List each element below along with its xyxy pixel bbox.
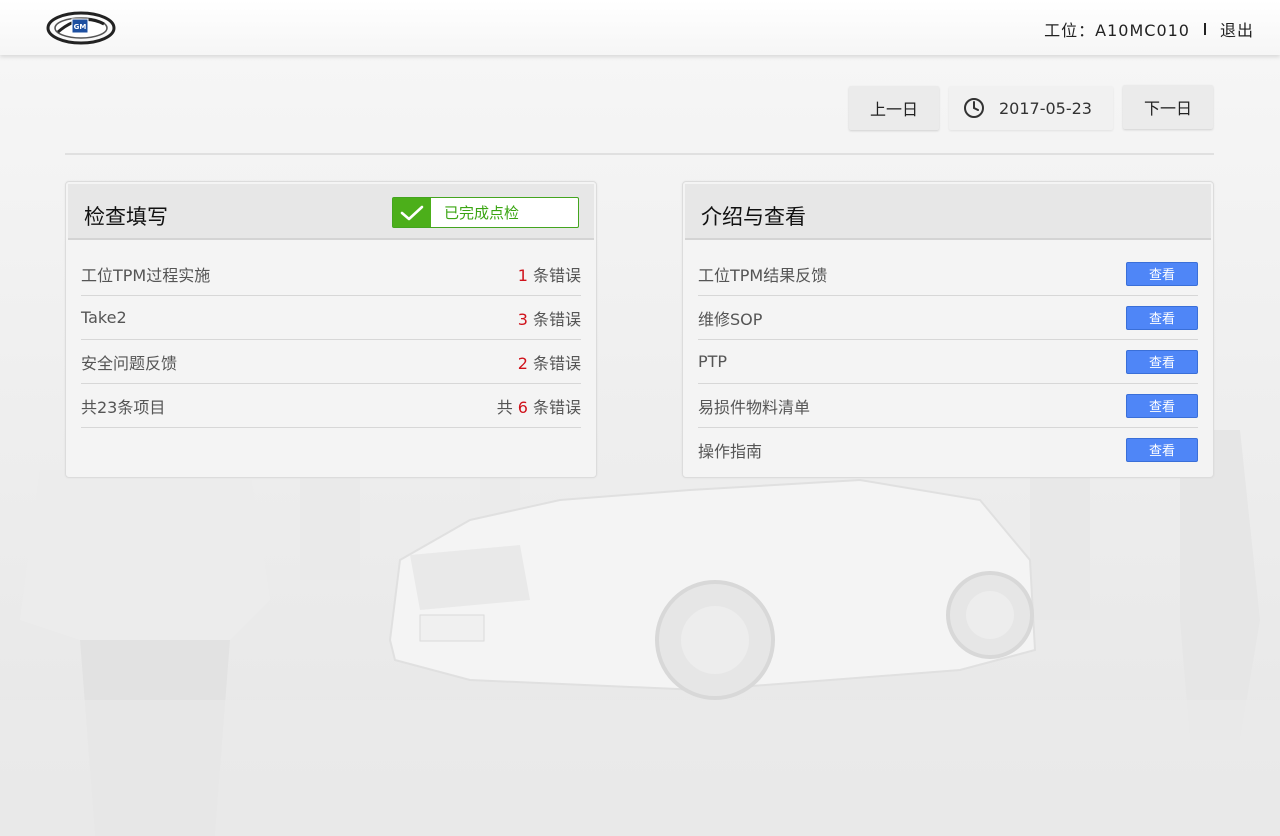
total-prefix: 共 — [496, 397, 513, 417]
intro-row-label: 操作指南 — [698, 441, 763, 461]
intro-panel-title: 介绍与查看 — [701, 205, 806, 229]
clock-icon — [964, 98, 984, 118]
check-panel: 检查填写 已完成点检 工位TPM过程实施 1 条错误 Take2 3 条错误 安全问… — [65, 181, 597, 478]
total-error-count: 共 6 条错误 — [497, 394, 581, 418]
check-list: 工位TPM过程实施 1 条错误 Take2 3 条错误 安全问题反馈 2 条错误 共2… — [81, 252, 581, 428]
date-value: 2017-05-23 — [999, 98, 1092, 118]
completed-status-text: 已完成点检 — [444, 204, 520, 222]
error-suffix: 条错误 — [532, 265, 581, 285]
view-button[interactable]: 查看 — [1126, 261, 1198, 286]
next-day-button[interactable]: 下一日 — [1123, 85, 1213, 129]
top-bar: GM 工位：A10MC010 退出 — [0, 0, 1280, 55]
error-number: 6 — [517, 397, 528, 417]
intro-list: 工位TPM结果反馈 查看 维修SOP 查看 PTP 查看 易损件物料清单 查看 … — [698, 252, 1198, 471]
intro-panel-header: 介绍与查看 — [685, 184, 1211, 240]
error-number: 1 — [517, 265, 528, 285]
error-number: 2 — [517, 353, 528, 373]
check-row[interactable]: 安全问题反馈 2 条错误 — [81, 340, 581, 384]
intro-row: 操作指南 查看 — [698, 428, 1198, 471]
prev-day-button[interactable]: 上一日 — [849, 86, 939, 130]
total-label: 共23条项目 — [81, 397, 166, 417]
completed-status-badge: 已完成点检 — [392, 197, 579, 228]
logout-link[interactable]: 退出 — [1220, 17, 1254, 41]
intro-row-label: 易损件物料清单 — [698, 397, 811, 417]
view-button[interactable]: 查看 — [1126, 393, 1198, 418]
intro-row: 易损件物料清单 查看 — [698, 384, 1198, 428]
check-panel-header: 检查填写 已完成点检 — [68, 184, 594, 240]
gm-logo: GM — [46, 11, 116, 45]
date-picker[interactable]: 2017-05-23 — [949, 86, 1113, 130]
checkmark-icon — [393, 198, 431, 227]
check-row-label: 工位TPM过程实施 — [81, 265, 211, 285]
error-number: 3 — [517, 309, 528, 329]
error-suffix: 条错误 — [532, 397, 581, 417]
intro-row: PTP 查看 — [698, 340, 1198, 384]
section-divider — [65, 153, 1214, 155]
check-panel-title: 检查填写 — [84, 205, 168, 229]
intro-row-label: PTP — [698, 352, 728, 371]
view-button[interactable]: 查看 — [1126, 349, 1198, 374]
error-suffix: 条错误 — [532, 353, 581, 373]
intro-row: 工位TPM结果反馈 查看 — [698, 252, 1198, 296]
total-row: 共23条项目 共 6 条错误 — [81, 384, 581, 428]
header-separator — [1203, 23, 1206, 35]
check-row-label: Take2 — [81, 308, 127, 327]
error-count: 1 条错误 — [518, 262, 581, 286]
view-button[interactable]: 查看 — [1126, 437, 1198, 462]
intro-row-label: 维修SOP — [698, 309, 763, 329]
intro-panel: 介绍与查看 工位TPM结果反馈 查看 维修SOP 查看 PTP 查看 易损件物料… — [682, 181, 1214, 478]
check-row-label: 安全问题反馈 — [81, 353, 178, 373]
check-row[interactable]: 工位TPM过程实施 1 条错误 — [81, 252, 581, 296]
check-row[interactable]: Take2 3 条错误 — [81, 296, 581, 340]
svg-text:GM: GM — [74, 23, 87, 31]
intro-row-label: 工位TPM结果反馈 — [698, 265, 828, 285]
intro-row: 维修SOP 查看 — [698, 296, 1198, 340]
header-right: 工位：A10MC010 退出 — [1044, 17, 1254, 41]
error-suffix: 条错误 — [532, 309, 581, 329]
station-label: 工位：A10MC010 — [1044, 21, 1190, 40]
error-count: 2 条错误 — [518, 350, 581, 374]
view-button[interactable]: 查看 — [1126, 305, 1198, 330]
error-count: 3 条错误 — [518, 306, 581, 330]
